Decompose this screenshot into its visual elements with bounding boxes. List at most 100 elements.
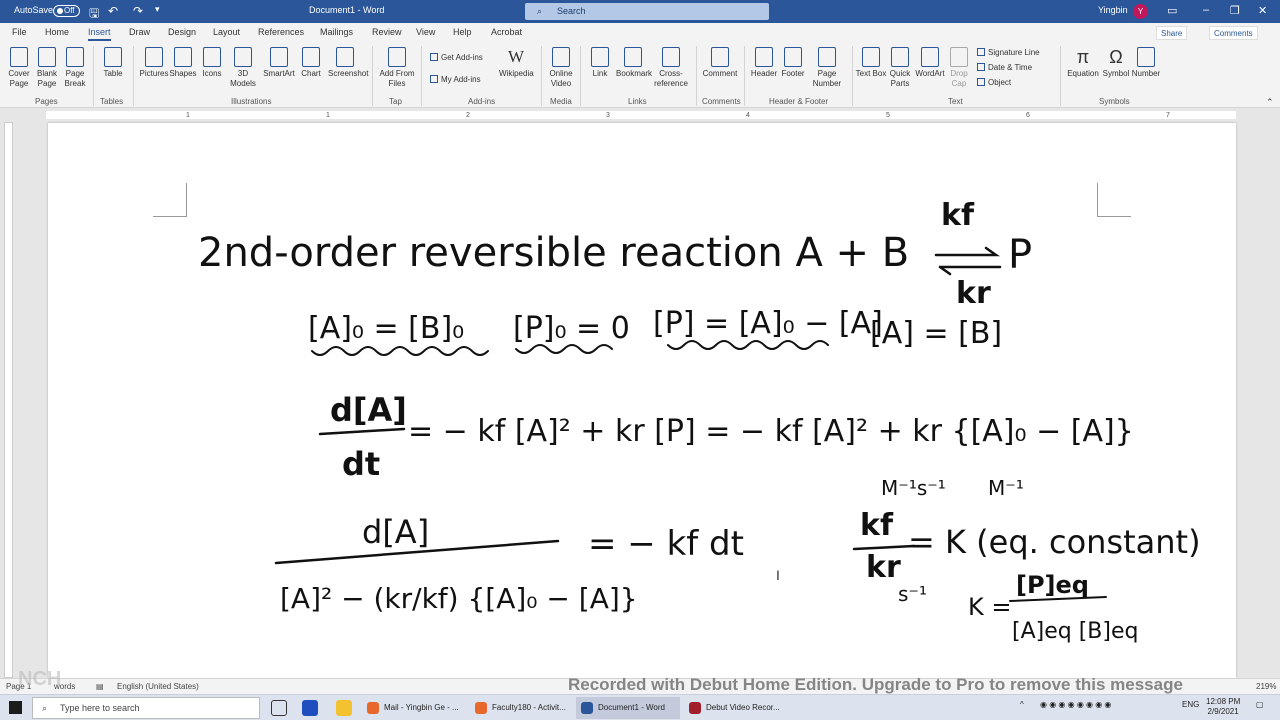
tab-layout[interactable]: Layout <box>213 27 240 37</box>
tab-home[interactable]: Home <box>45 27 69 37</box>
taskbar-app-mail[interactable]: Mail - Yingbin Ge - ... <box>362 697 466 719</box>
proofing-icon[interactable]: ▤ <box>96 682 104 691</box>
keq-def-numerator: [P]eq <box>1016 571 1089 599</box>
nch-logo-icon: NCH <box>18 668 62 690</box>
input-language[interactable]: ENG <box>1182 700 1199 709</box>
smartart-icon <box>270 47 288 67</box>
save-icon[interactable]: 🖫 <box>89 4 99 25</box>
get-addins-button[interactable]: Get Add-ins <box>430 53 483 62</box>
smartart-button[interactable]: SmartArt <box>262 46 296 79</box>
symbol-button[interactable]: Ω Symbol <box>1099 46 1133 79</box>
autosave-label: AutoSave <box>14 5 54 15</box>
pictures-icon <box>145 47 163 67</box>
3d-models-button[interactable]: 3D Models <box>226 46 260 89</box>
tab-design[interactable]: Design <box>168 27 196 37</box>
tab-help[interactable]: Help <box>453 27 472 37</box>
group-header-footer: Header & Footer <box>769 97 829 106</box>
forward-arrow <box>934 246 1000 257</box>
footer-button[interactable]: Footer <box>776 46 810 79</box>
tab-review[interactable]: Review <box>372 27 402 37</box>
ribbon-divider <box>372 46 373 106</box>
close-icon[interactable]: ✕ <box>1258 4 1267 17</box>
taskbar-app-word[interactable]: Document1 - Word <box>576 697 680 719</box>
tray-apps-icon[interactable]: ◉ ◉ ◉ ◉ ◉ ◉ ◉ ◉ <box>1040 700 1111 709</box>
search-box[interactable]: ⌕ Search <box>525 3 769 20</box>
document-page[interactable]: 2nd-order reversible reaction A + B kf P… <box>48 123 1236 678</box>
redo-icon[interactable]: ↷ <box>133 4 143 18</box>
condition-a-b: [A] = [B] <box>870 316 1002 351</box>
ruler-tick: 4 <box>746 112 750 119</box>
bookmark-button[interactable]: Bookmark <box>616 46 652 79</box>
signature-icon <box>977 48 985 56</box>
reverse-arrow <box>938 265 1002 276</box>
language-indicator[interactable]: English (United States) <box>117 682 199 691</box>
page-break-button[interactable]: Page Break <box>58 46 92 89</box>
ribbon-divider <box>541 46 542 106</box>
add-from-files-button[interactable]: Add From Files <box>378 46 416 89</box>
tab-file[interactable]: File <box>12 27 27 37</box>
taskbar-app-debut[interactable]: Debut Video Recor... <box>684 697 788 719</box>
wikipedia-button[interactable]: W Wikipedia <box>499 46 534 79</box>
tab-draw[interactable]: Draw <box>129 27 150 37</box>
avatar[interactable]: Y <box>1133 4 1148 19</box>
table-button[interactable]: Table <box>96 46 130 79</box>
task-view-icon[interactable] <box>271 700 287 716</box>
clock-time: 12:08 PM <box>1206 697 1241 706</box>
page-number-icon <box>818 47 836 67</box>
taskbar-search-placeholder: Type here to search <box>60 703 140 713</box>
drop-cap-button[interactable]: Drop Cap <box>942 46 976 89</box>
quick-parts-button[interactable]: Quick Parts <box>883 46 917 89</box>
notifications-icon[interactable]: ▢ <box>1256 700 1264 709</box>
link-button[interactable]: Link <box>583 46 617 79</box>
equation-button[interactable]: π Equation <box>1064 46 1102 79</box>
wordart-icon <box>921 47 939 67</box>
page-break-icon <box>66 47 84 67</box>
icons-button[interactable]: Icons <box>195 46 229 79</box>
page-number-button[interactable]: Page Number <box>808 46 846 89</box>
user-name[interactable]: Yingbin <box>1098 5 1128 15</box>
horizontal-ruler[interactable]: 1 1 2 3 4 5 6 7 <box>0 108 1280 122</box>
ribbon-divider <box>1060 46 1061 106</box>
tab-acrobat[interactable]: Acrobat <box>491 27 522 37</box>
comments-button[interactable]: Comments <box>1209 26 1258 40</box>
file-explorer-icon[interactable] <box>336 700 352 716</box>
ruler-tick: 1 <box>186 112 190 119</box>
number-button[interactable]: Number <box>1130 46 1162 79</box>
ribbon-divider <box>744 46 745 106</box>
chart-button[interactable]: Chart <box>294 46 328 79</box>
table-icon <box>104 47 122 67</box>
share-button[interactable]: Share <box>1156 26 1188 40</box>
signature-line-button[interactable]: Signature Line <box>977 48 1040 57</box>
tab-insert[interactable]: Insert <box>88 27 111 41</box>
ribbon-display-icon[interactable]: ▭ <box>1167 4 1177 17</box>
sep-denominator: [A]² − (kr/kf) {[A]₀ − [A]} <box>280 582 638 615</box>
comment-button[interactable]: Comment <box>700 46 740 79</box>
zoom-level[interactable]: 219% <box>1256 682 1276 691</box>
maximize-icon[interactable]: ❐ <box>1230 4 1240 17</box>
tab-references[interactable]: References <box>258 27 304 37</box>
my-addins-button[interactable]: My Add-ins <box>430 75 481 84</box>
firefox-icon <box>367 702 379 714</box>
autosave-toggle[interactable]: Off <box>53 5 80 17</box>
online-video-button[interactable]: Online Video <box>544 46 578 89</box>
vertical-ruler[interactable] <box>4 122 13 678</box>
outlook-icon[interactable] <box>302 700 318 716</box>
screenshot-button[interactable]: Screenshot <box>328 46 368 79</box>
date-time-button[interactable]: Date & Time <box>977 63 1032 72</box>
collapse-ribbon-icon[interactable]: ⌃ <box>1266 97 1274 108</box>
group-tables: Tables <box>100 97 124 106</box>
kr-units: s⁻¹ <box>898 582 927 606</box>
minimize-icon[interactable]: – <box>1203 4 1209 16</box>
object-button[interactable]: Object <box>977 78 1011 87</box>
tab-mailings[interactable]: Mailings <box>320 27 353 37</box>
customize-qat-icon[interactable]: ▾ <box>155 4 160 15</box>
windows-start-icon[interactable] <box>9 701 22 714</box>
taskbar-search[interactable]: ⌕ Type here to search <box>32 697 260 719</box>
tray-chevron-icon[interactable]: ^ <box>1020 700 1024 709</box>
taskbar-app-faculty180[interactable]: Faculty180 - Activit... <box>470 697 574 719</box>
system-clock[interactable]: 12:08 PM 2/9/2021 <box>1206 697 1240 717</box>
cross-reference-button[interactable]: Cross-reference <box>651 46 691 89</box>
tab-view[interactable]: View <box>416 27 435 37</box>
undo-icon[interactable]: ↶ <box>108 4 118 18</box>
underline-a0-b0 <box>311 346 489 356</box>
